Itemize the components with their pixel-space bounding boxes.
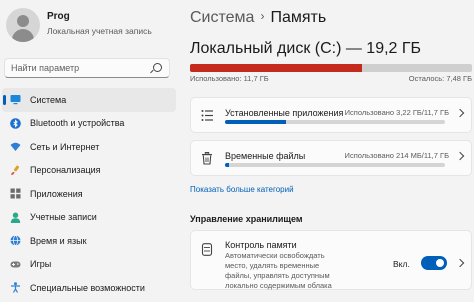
sidebar-item-apps[interactable]: Приложения xyxy=(2,182,176,206)
sidebar-item-personalization[interactable]: Персонализация xyxy=(2,159,176,183)
disk-usage-fill xyxy=(190,64,363,72)
storage-sense-title: Контроль памяти xyxy=(225,240,297,250)
sidebar-item-label: Персонализация xyxy=(30,165,101,176)
account-type: Локальная учетная запись xyxy=(47,26,152,36)
category-temp-files[interactable]: Временные файлы Использовано 214 МБ/11,7… xyxy=(190,140,472,176)
category-usage-fill xyxy=(225,163,229,167)
trash-icon xyxy=(201,152,213,165)
breadcrumb-root[interactable]: Система xyxy=(190,9,254,26)
storage-sense-toggle[interactable] xyxy=(421,256,447,270)
disk-used-label: Использовано: 11,7 ГБ xyxy=(190,74,269,83)
sidebar: Prog Локальная учетная запись Система Bl… xyxy=(0,0,178,302)
sidebar-nav: Система Bluetooth и устройства Сеть и Ин… xyxy=(2,88,176,300)
category-installed-apps[interactable]: Установленные приложения Использовано 3,… xyxy=(190,97,472,133)
chevron-right-icon xyxy=(455,108,465,118)
page-title: Память xyxy=(270,9,327,26)
disk-usage-bar xyxy=(190,64,472,72)
sidebar-item-gaming[interactable]: Игры xyxy=(2,253,176,277)
toggle-state-label: Вкл. xyxy=(393,259,410,269)
sidebar-item-label: Специальные возможности xyxy=(30,282,145,293)
category-title: Установленные приложения xyxy=(225,108,344,118)
sidebar-item-label: Игры xyxy=(30,259,52,270)
chevron-right-icon[interactable] xyxy=(455,258,465,268)
section-title-storage-management: Управление хранилищем xyxy=(190,214,303,224)
toggle-knob xyxy=(436,259,444,267)
search-icon[interactable] xyxy=(153,63,162,72)
category-title: Временные файлы xyxy=(225,151,306,161)
sidebar-item-bluetooth[interactable]: Bluetooth и устройства xyxy=(2,112,176,136)
list-icon xyxy=(201,109,213,122)
sidebar-item-label: Система xyxy=(30,94,67,105)
accessibility-icon xyxy=(10,282,21,294)
sidebar-item-network[interactable]: Сеть и Интернет xyxy=(2,135,176,159)
category-usage-fill xyxy=(225,120,286,124)
sidebar-item-system[interactable]: Система xyxy=(2,88,176,112)
sidebar-item-accounts[interactable]: Учетные записи xyxy=(2,206,176,230)
brush-icon xyxy=(10,165,21,176)
breadcrumb: Система › Память xyxy=(190,9,326,27)
sidebar-item-label: Bluetooth и устройства xyxy=(30,118,125,129)
chevron-right-icon xyxy=(455,151,465,161)
sidebar-item-label: Сеть и Интернет xyxy=(30,141,100,152)
wifi-icon xyxy=(10,141,21,152)
main-content: Система › Память Локальный диск (C:) — 19,… xyxy=(178,0,474,302)
category-usage-bar xyxy=(225,120,445,124)
avatar xyxy=(6,8,40,42)
disk-title: Локальный диск (C:) — 19,2 ГБ xyxy=(190,40,422,57)
storage-sense-description: Автоматически освобождать место, удалять… xyxy=(225,251,332,290)
profile-name: Prog xyxy=(47,11,70,22)
category-usage: Использовано 214 МБ/11,7 ГБ xyxy=(344,151,449,160)
disk-free-label: Осталось: 7,48 ГБ xyxy=(408,74,472,83)
bluetooth-icon xyxy=(10,117,21,129)
gamepad-icon xyxy=(10,259,21,270)
storage-sense-card[interactable]: Контроль памяти Автоматически освобождат… xyxy=(190,230,472,290)
search-input[interactable] xyxy=(11,61,141,75)
monitor-icon xyxy=(10,94,21,105)
drive-icon xyxy=(201,243,213,256)
category-usage: Использовано 3,22 ГБ/11,7 ГБ xyxy=(344,108,449,117)
person-icon xyxy=(10,212,21,223)
breadcrumb-separator: › xyxy=(260,9,265,23)
sidebar-item-label: Время и язык xyxy=(30,235,87,246)
sidebar-item-accessibility[interactable]: Специальные возможности xyxy=(2,276,176,300)
apps-icon xyxy=(10,188,21,199)
sidebar-item-label: Учетные записи xyxy=(30,212,97,223)
sidebar-item-time-language[interactable]: Время и язык xyxy=(2,229,176,253)
sidebar-item-label: Приложения xyxy=(30,188,83,199)
search-box[interactable] xyxy=(4,58,170,78)
globe-clock-icon xyxy=(10,235,21,247)
profile[interactable]: Prog Локальная учетная запись xyxy=(6,8,176,48)
show-more-categories-link[interactable]: Показать больше категорий xyxy=(190,185,294,194)
category-usage-bar xyxy=(225,163,445,167)
